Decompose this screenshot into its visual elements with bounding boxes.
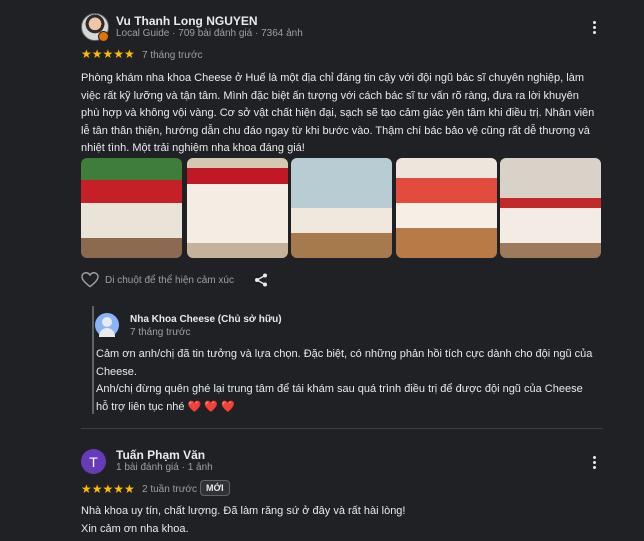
review-photo[interactable] [187, 158, 288, 258]
review-menu-button[interactable] [584, 452, 604, 472]
owner-reply-line: Cảm ơn anh/chị đã tin tưởng và lựa chọn.… [96, 348, 593, 360]
review-menu-button[interactable] [584, 17, 604, 37]
owner-name: Nha Khoa Cheese (Chủ sở hữu) [130, 314, 282, 325]
review-time: 7 tháng trước [142, 50, 203, 61]
heart-emojis: ❤️ ❤️ ❤️ [187, 400, 235, 413]
owner-reply-line: Cheese. [96, 365, 137, 378]
review-divider [81, 428, 603, 429]
author-meta: Local Guide · 709 bài đánh giá · 7364 ản… [116, 28, 303, 39]
new-badge: MỚI [200, 480, 230, 496]
review-photo[interactable] [81, 158, 182, 258]
star-rating: ★★★★★ [81, 47, 135, 61]
author-name[interactable]: Vu Thanh Long NGUYEN [116, 14, 258, 28]
review-text: Phòng khám nha khoa Cheese ở Huế là một … [81, 70, 611, 158]
author-avatar[interactable]: T [81, 449, 106, 474]
review-text-line: nhiệt tình. Một trải nghiệm nha khoa đán… [81, 142, 305, 154]
author-meta: 1 bài đánh giá · 1 ảnh [116, 462, 213, 473]
review-photo[interactable] [500, 158, 601, 258]
review-text-line: việc rất kỹ lưỡng và tận tâm. Mình đặc b… [81, 89, 579, 102]
star-rating: ★★★★★ [81, 482, 135, 496]
owner-reply-line: hỗ trợ liên tục nhé ❤️ ❤️ ❤️ [96, 399, 606, 417]
review-time: 2 tuần trước [142, 484, 197, 495]
review-text-line: Xin cảm ơn nha khoa. [81, 522, 189, 535]
review-text-line: Nhà khoa uy tín, chất lượng. Đã làm răng… [81, 505, 406, 517]
review-text-line: phù hợp và không vội vàng. Cơ sở vật chấ… [81, 107, 595, 119]
owner-reply-text: Cảm ơn anh/chị đã tin tưởng và lựa chọn.… [96, 346, 606, 416]
share-icon[interactable] [254, 273, 268, 287]
heart-icon[interactable] [81, 272, 99, 288]
review-photo[interactable] [396, 158, 497, 258]
author-name[interactable]: Tuấn Phạm Văn [116, 448, 205, 462]
local-guide-badge-icon [98, 31, 109, 42]
react-hint: Di chuột để thể hiện cảm xúc [105, 275, 234, 286]
review-photo[interactable] [291, 158, 392, 258]
owner-reply-line-text: hỗ trợ liên tục nhé [96, 400, 185, 413]
reply-divider [92, 306, 94, 414]
review-text-line: lễ tân thân thiện, hướng dẫn chu đáo nga… [81, 124, 590, 137]
owner-reply-line: Anh/chị đừng quên ghé lại trung tâm để t… [96, 383, 583, 395]
owner-reply-time: 7 tháng trước [130, 327, 191, 338]
review-text: Nhà khoa uy tín, chất lượng. Đã làm răng… [81, 503, 611, 538]
owner-avatar [95, 313, 119, 337]
review-text-line: Phòng khám nha khoa Cheese ở Huế là một … [81, 72, 585, 84]
